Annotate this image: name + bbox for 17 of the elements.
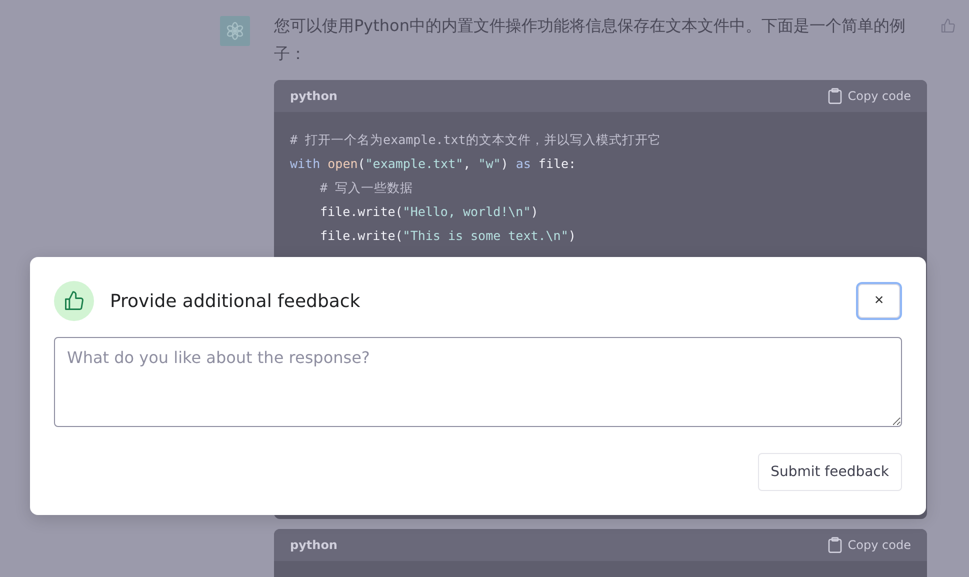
dialog-title: Provide additional feedback [110, 290, 362, 312]
submit-feedback-button[interactable]: Submit feedback [758, 453, 902, 491]
clipboard-icon [828, 88, 842, 104]
thumbs-up-icon [940, 18, 956, 34]
code-line: file.write("Hello, world!\n") [320, 203, 540, 221]
assistant-avatar [220, 16, 250, 46]
code-line: file.write("This is some text.\n") [320, 227, 577, 245]
code-language: python [290, 89, 338, 103]
code-line: # 写入一些数据 [320, 179, 414, 197]
feedback-input[interactable]: What do you like about the response? [54, 337, 902, 427]
thumbs-up-icon [63, 290, 85, 312]
clipboard-icon [828, 537, 842, 553]
code-line: # 打开一个名为example.txt的文本文件，并以写入模式打开它 [290, 131, 662, 149]
close-button[interactable]: × [858, 284, 900, 318]
code-language: python [290, 538, 338, 552]
response-text: 您可以使用Python中的内置文件操作功能将信息保存在文本文件中。下面是一个简单的例子： [274, 15, 906, 65]
code-line: with open("example.txt", "w") as file: [290, 155, 578, 173]
